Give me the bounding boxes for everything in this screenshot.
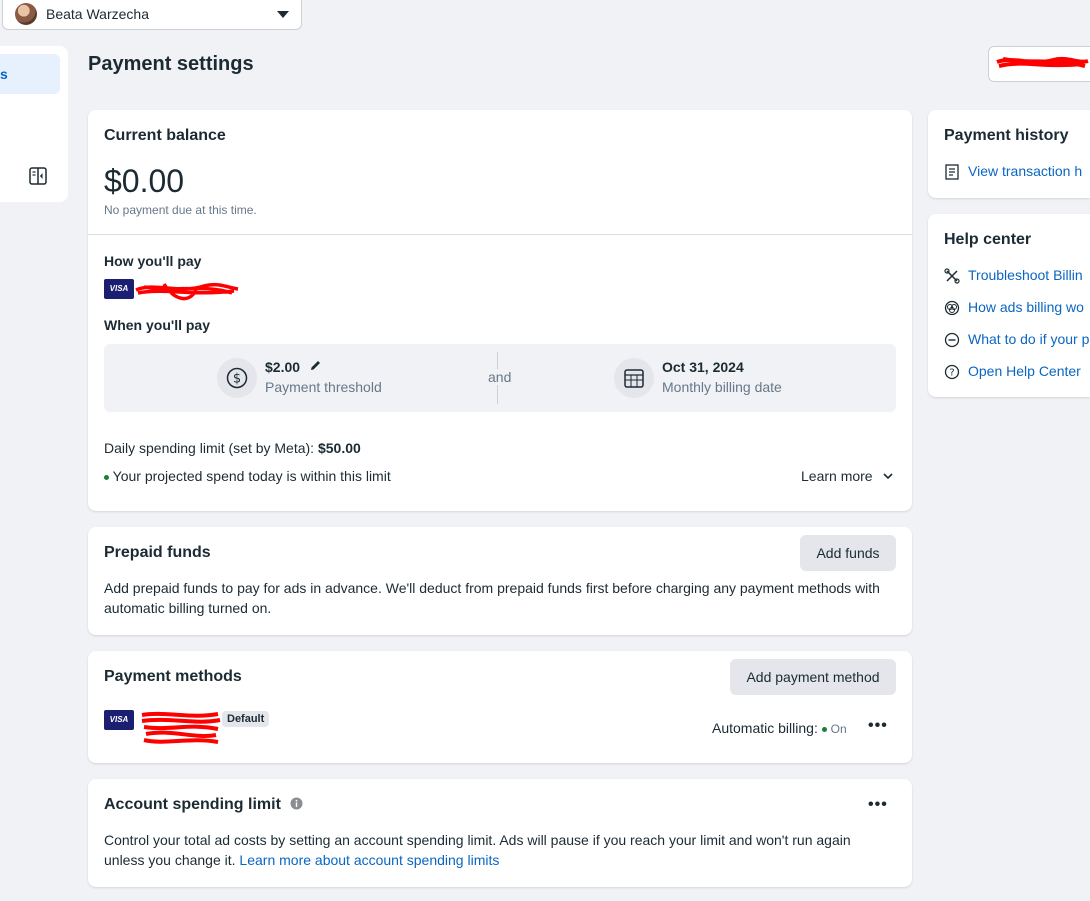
learn-more-label: Learn more [801,468,873,484]
dollar-icon: $ [217,358,257,398]
receipt-icon [945,164,959,180]
status-dot-icon [821,726,827,732]
panel-toggle-icon[interactable] [29,167,47,185]
svg-text:$: $ [233,372,241,387]
help-link-open-help-center[interactable]: Open Help Center [968,363,1081,379]
current-balance-card: Current balance $0.00 No payment due at … [88,110,912,511]
account-selector[interactable]: Beata Warzecha [2,0,302,30]
avatar [15,3,37,25]
spending-limit-title: Account spending limit [104,796,303,814]
status-dot-icon [104,474,109,480]
billing-date-label: Monthly billing date [662,379,782,395]
more-options-icon[interactable]: ••• [868,796,888,814]
billing-date-value: Oct 31, 2024 [662,359,744,375]
payment-methods-title: Payment methods [104,668,242,685]
automatic-billing-label: Automatic billing: [712,720,818,736]
more-options-icon[interactable]: ••• [868,717,888,735]
chevron-down-icon [277,10,289,18]
visa-card-icon: VISA [104,279,134,299]
daily-limit: Daily spending limit (set by Meta): $50.… [104,438,361,458]
tools-icon [944,268,960,284]
help-center-title: Help center [944,231,1032,248]
default-badge: Default [222,711,270,727]
redaction-mark [135,282,239,301]
page-title: Payment settings [88,53,254,75]
svg-text:?: ? [949,368,954,379]
visa-card-icon: VISA [104,710,134,730]
add-payment-method-button[interactable]: Add payment method [730,659,896,695]
help-link-what-to-do[interactable]: What to do if your p [968,331,1089,347]
payment-history-card: Payment history View transaction h [928,110,1090,198]
calendar-icon [614,358,654,398]
and-text: and [486,369,514,385]
projected-note-text: Your projected spend today is within thi… [112,468,391,484]
daily-limit-prefix: Daily spending limit (set by Meta): [104,440,318,456]
prepaid-funds-card: Prepaid funds Add funds Add prepaid fund… [88,527,912,635]
when-pay-label: When you'll pay [104,317,211,333]
how-pay-label: How you'll pay [104,253,202,269]
chevron-down-icon [883,473,894,480]
balance-note: No payment due at this time. [104,203,257,217]
spending-limit-title-text: Account spending limit [104,796,281,813]
nav-item-label: s [0,66,8,82]
help-center-card: Help center Troubleshoot Billin How ads … [928,214,1090,397]
current-balance-title: Current balance [104,127,226,144]
help-link-troubleshoot[interactable]: Troubleshoot Billin [968,267,1083,283]
top-right-button[interactable] [988,46,1090,82]
divider [88,234,912,235]
billing-schedule: $ $2.00 Payment threshold and Oct 31, 20… [104,344,896,412]
billing-cycle-icon [944,300,960,316]
spending-limit-learn-more-link[interactable]: Learn more about account spending limits [239,852,499,868]
account-name: Beata Warzecha [46,6,149,22]
help-link-how-billing-works[interactable]: How ads billing wo [968,299,1084,315]
spending-limit-description: Control your total ad costs by setting a… [104,830,894,870]
threshold-label: Payment threshold [265,379,382,395]
minus-circle-icon [944,332,960,348]
nav-item-active[interactable]: s [0,54,60,94]
edit-threshold-icon[interactable] [309,359,322,372]
prepaid-funds-description: Add prepaid funds to pay for ads in adva… [104,580,880,616]
automatic-billing-status: On [830,722,847,736]
payment-history-title: Payment history [944,127,1069,144]
threshold-value: $2.00 [265,359,301,375]
add-funds-button[interactable]: Add funds [800,535,896,571]
info-icon[interactable] [290,797,303,810]
learn-more-toggle[interactable]: Learn more [801,466,894,486]
automatic-billing: Automatic billing: On [712,718,847,739]
left-nav: s [0,46,68,202]
daily-limit-value: $50.00 [317,440,361,456]
projected-note: Your projected spend today is within thi… [104,466,391,486]
balance-amount: $0.00 [104,163,185,199]
account-spending-limit-card: Account spending limit ••• Control your … [88,779,912,887]
view-transaction-history-link[interactable]: View transaction h [968,163,1082,179]
question-circle-icon: ? [944,364,960,380]
prepaid-funds-title: Prepaid funds [104,544,211,561]
redaction-mark [141,711,221,744]
payment-methods-card: Payment methods Add payment method VISA … [88,651,912,763]
